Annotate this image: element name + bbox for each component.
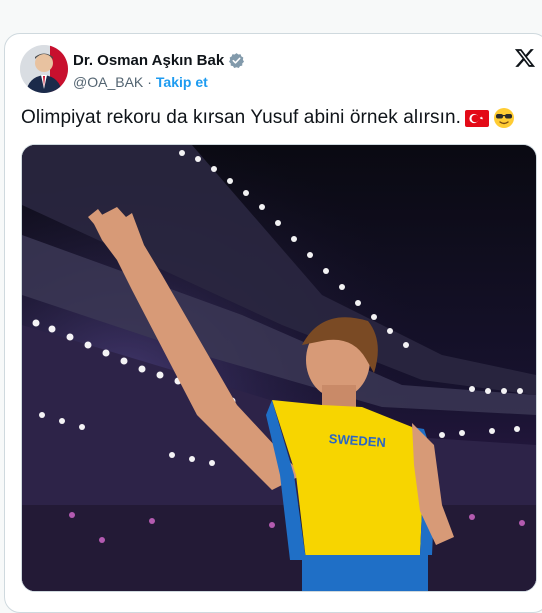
tweet-text: Olimpiyat rekoru da kırsan Yusuf abini ö… [21,107,462,128]
avatar-image [20,45,68,93]
handle[interactable]: @OA_BAK [73,74,143,90]
follow-button[interactable]: Takip et [156,74,208,90]
tweet-card: Dr. Osman Aşkın Bak @OA_BAK · Takip et O… [4,33,542,613]
athlete-photo: SWEDEN [22,145,536,591]
turkey-flag-icon [465,109,490,127]
separator-dot: · [147,74,152,90]
avatar[interactable] [20,45,68,93]
tweet-media[interactable]: SWEDEN [21,144,537,592]
sunglasses-face-icon [494,108,515,128]
verified-badge-icon [229,53,245,69]
x-logo-icon[interactable] [514,47,536,69]
tweet-text-row: Olimpiyat rekoru da kırsan Yusuf abini ö… [21,107,515,129]
handle-row: @OA_BAK · Takip et [73,74,208,90]
display-name[interactable]: Dr. Osman Aşkın Bak [73,52,224,69]
author-name-row: Dr. Osman Aşkın Bak [73,52,245,69]
